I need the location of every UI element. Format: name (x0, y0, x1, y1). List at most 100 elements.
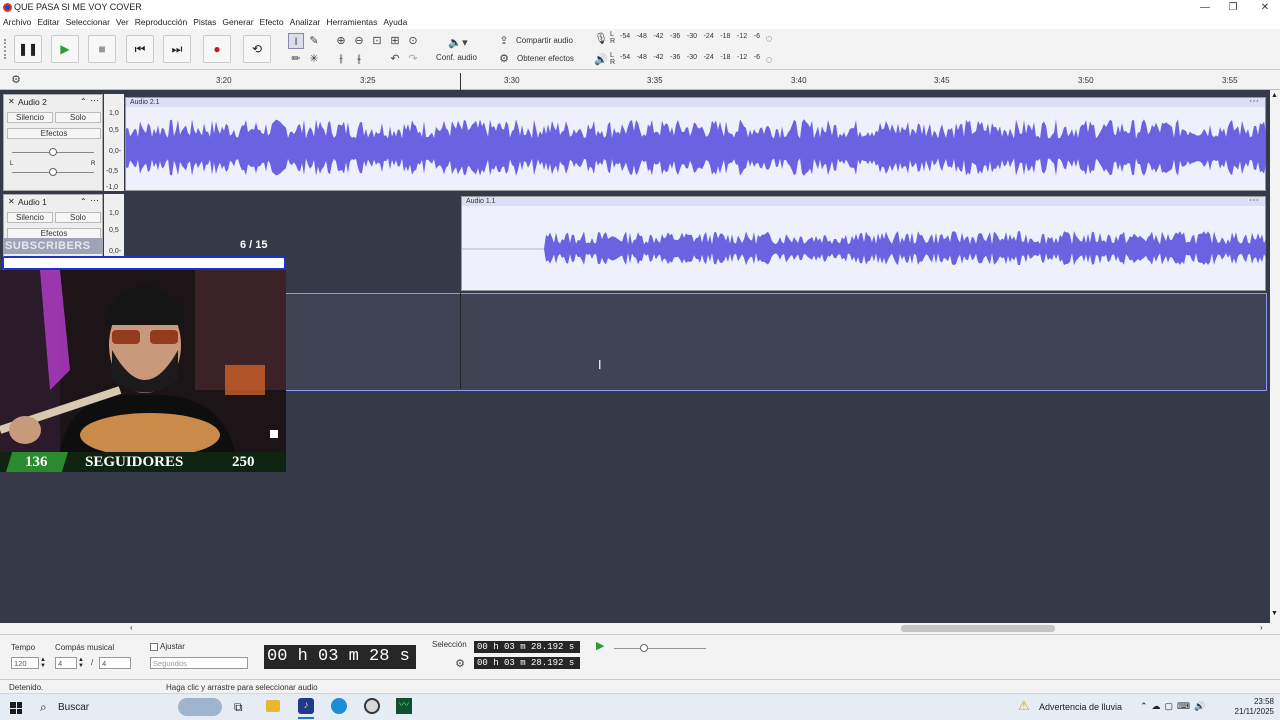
menu-analizar[interactable]: Analizar (287, 15, 324, 29)
pause-button[interactable]: ❚❚ (14, 35, 42, 63)
scroll-left-icon[interactable]: ‹ (130, 623, 133, 632)
skip-end-button[interactable]: ⏭ (163, 35, 191, 63)
menu-herramientas[interactable]: Herramientas (323, 15, 380, 29)
play-at-speed-icon[interactable]: ▶ (596, 639, 604, 652)
close-track-icon[interactable]: ✕ (8, 97, 15, 106)
timeline-ruler[interactable]: ⚙ 3:20 3:25 3:30 3:35 3:40 3:45 3:50 3:5… (0, 70, 1280, 90)
selection-settings-icon[interactable]: ⚙ (452, 656, 468, 672)
horizontal-scrollbar[interactable]: ‹ › (0, 623, 1270, 634)
mute-button[interactable]: Silencio (7, 212, 53, 223)
menu-generar[interactable]: Generar (219, 15, 256, 29)
vertical-scrollbar[interactable]: ▲ ▼ (1270, 90, 1280, 623)
redo-icon[interactable]: ↷ (405, 51, 421, 67)
app-icon[interactable]: 〰 (396, 698, 412, 714)
toolbar-grip[interactable] (4, 39, 7, 59)
menu-ayuda[interactable]: Ayuda (380, 15, 410, 29)
time-signature-denominator[interactable]: 4 (99, 657, 131, 669)
scroll-right-icon[interactable]: › (1260, 623, 1263, 632)
playback-meter[interactable]: -54 -48 -42 -36 -30 -24 -18 -12 -6 (620, 54, 760, 61)
selection-tool-icon[interactable]: I (288, 33, 304, 49)
fit-project-icon[interactable]: ⊞ (387, 33, 403, 49)
search-highlight-icon[interactable] (178, 698, 222, 716)
plugin-icon[interactable]: ⚙ (496, 51, 512, 67)
start-icon[interactable] (10, 702, 22, 714)
play-speed-thumb[interactable] (640, 644, 648, 652)
record-button[interactable]: ● (203, 35, 231, 63)
undo-icon[interactable]: ↶ (387, 51, 403, 67)
fit-selection-icon[interactable]: ⊡ (369, 33, 385, 49)
get-effects-button[interactable]: Obtener efectos (517, 54, 574, 63)
tempo-input[interactable]: 120 (11, 657, 39, 669)
track-menu-icon[interactable]: ⋯ (90, 95, 99, 106)
menu-reproduccion[interactable]: Reproducción (132, 15, 190, 29)
audio-setup-label[interactable]: Conf. audio (436, 53, 477, 62)
edge-icon[interactable] (331, 698, 347, 714)
menu-ver[interactable]: Ver (113, 15, 132, 29)
menu-editar[interactable]: Editar (34, 15, 62, 29)
audio-clip-audio-2-1[interactable]: Audio 2.1 ⋯ (125, 96, 1266, 191)
numerator-spinner-icon[interactable]: ▲ ▼ (78, 657, 84, 669)
scroll-up-icon[interactable]: ▲ (1271, 92, 1278, 99)
menu-archivo[interactable]: Archivo (0, 15, 34, 29)
collapse-track-icon[interactable]: ⌃ (80, 197, 87, 206)
timeline-settings-icon[interactable]: ⚙ (8, 72, 24, 88)
zoom-out-icon[interactable]: ⊖ (351, 33, 367, 49)
system-tray-icons[interactable]: ⌃☁▢⌨🔊 (1140, 701, 1209, 712)
snap-checkbox[interactable] (150, 643, 158, 651)
track-name[interactable]: Audio 2 (18, 97, 47, 107)
menu-pistas[interactable]: Pistas (190, 15, 219, 29)
close-track-icon[interactable]: ✕ (8, 197, 15, 206)
draw-tool-icon[interactable]: ✏ (288, 51, 304, 67)
tempo-spinner-icon[interactable]: ▲ ▼ (40, 657, 46, 669)
weather-alert[interactable]: Advertencia de lluvia (1039, 702, 1122, 712)
selection-end[interactable]: 00 h 03 m 28.192 s (474, 657, 580, 669)
search-icon[interactable]: ⌕ (40, 700, 47, 715)
playhead[interactable] (460, 73, 461, 90)
play-meter-options-icon[interactable]: ◌ (761, 52, 777, 68)
pan-slider-thumb[interactable] (49, 168, 57, 176)
horizontal-scroll-thumb[interactable] (901, 625, 1055, 632)
selection-start[interactable]: 00 h 03 m 28.192 s (474, 641, 580, 653)
share-audio-button[interactable]: Compartir audio (516, 36, 573, 45)
maximize-button[interactable]: ❐ (1218, 0, 1248, 15)
zoom-in-icon[interactable]: ⊕ (333, 33, 349, 49)
rec-meter-options-icon[interactable]: ◌ (761, 31, 777, 47)
minimize-button[interactable]: — (1190, 0, 1220, 15)
multi-tool-icon[interactable]: ✳ (306, 51, 322, 67)
envelope-tool-icon[interactable]: ✎ (306, 33, 322, 49)
taskbar-date[interactable]: 21/11/2025 (1232, 707, 1274, 716)
audio-clip-audio-1-1[interactable]: Audio 1.1 ⋯ (461, 195, 1266, 291)
clip-menu-icon[interactable]: ⋯ (1249, 96, 1259, 107)
stop-button[interactable]: ■ (88, 35, 116, 63)
mute-button[interactable]: Silencio (7, 112, 53, 123)
clip-title[interactable]: Audio 1.1 (462, 197, 1265, 206)
obs-icon[interactable] (364, 698, 380, 714)
clip-menu-icon[interactable]: ⋯ (1249, 195, 1259, 206)
share-icon[interactable]: ⇪ (496, 33, 512, 49)
collapse-track-icon[interactable]: ⌃ (80, 97, 87, 106)
track-name[interactable]: Audio 1 (18, 197, 47, 207)
loop-button[interactable]: ⟲ (243, 35, 271, 63)
track-menu-icon[interactable]: ⋯ (90, 195, 99, 206)
skip-start-button[interactable]: ⏮ (126, 35, 154, 63)
gain-slider-thumb[interactable] (49, 148, 57, 156)
clip-title[interactable]: Audio 2.1 (126, 98, 1265, 107)
trim-icon[interactable]: ⫲ (333, 51, 349, 67)
play-button[interactable]: ▶ (51, 35, 79, 63)
snap-unit-select[interactable]: Segundos (150, 657, 248, 669)
taskbar-time[interactable]: 23:58 (1236, 697, 1274, 706)
audacity-taskbar-icon[interactable]: ♪ (298, 698, 314, 714)
effects-button[interactable]: Efectos (7, 128, 101, 139)
menu-efecto[interactable]: Efecto (257, 15, 287, 29)
taskbar-search[interactable]: Buscar (58, 702, 89, 713)
close-button[interactable]: ✕ (1250, 0, 1280, 15)
task-view-icon[interactable]: ⧉ (234, 700, 243, 715)
menu-seleccionar[interactable]: Seleccionar (63, 15, 113, 29)
solo-button[interactable]: Solo (55, 212, 101, 223)
speaker-icon[interactable]: 🔈▾ (446, 35, 470, 51)
selection-region[interactable] (285, 293, 1267, 391)
warning-icon[interactable]: ⚠ (1018, 698, 1030, 714)
solo-button[interactable]: Solo (55, 112, 101, 123)
silence-icon[interactable]: ⫳ (351, 51, 367, 67)
time-display[interactable]: 00 h 03 m 28 s (264, 645, 416, 669)
